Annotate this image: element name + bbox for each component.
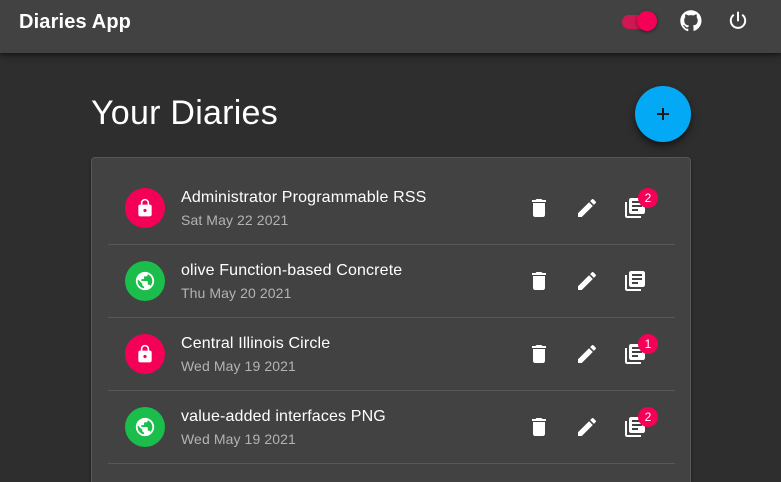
pencil-icon: [578, 344, 597, 363]
diary-date: Wed May 19 2021: [181, 358, 296, 374]
delete-button[interactable]: [524, 339, 554, 369]
edit-button[interactable]: [572, 266, 602, 296]
trash-icon: [532, 418, 546, 436]
trash-icon: [532, 345, 546, 363]
diary-list-item[interactable]: value-added interfaces PNG Wed May 19 20…: [108, 391, 675, 464]
edit-button[interactable]: [572, 412, 602, 442]
lock-icon: [138, 344, 152, 363]
diary-list-item[interactable]: Administrator Programmable RSS Sat May 2…: [108, 172, 675, 245]
entries-button[interactable]: 1: [620, 334, 658, 369]
diary-date: Thu May 20 2021: [181, 285, 292, 301]
github-icon: [680, 10, 702, 32]
logout-button[interactable]: [724, 7, 752, 35]
github-button[interactable]: [677, 7, 705, 35]
delete-button[interactable]: [524, 412, 554, 442]
visibility-avatar: [125, 188, 165, 228]
entries-count-badge: 2: [638, 407, 658, 427]
edit-button[interactable]: [572, 339, 602, 369]
library-books-icon: [625, 271, 645, 291]
entries-button[interactable]: 2: [620, 407, 658, 442]
diary-title: olive Function-based Concrete: [181, 262, 403, 279]
diary-list-item[interactable]: olive Function-based Concrete Thu May 20…: [108, 245, 675, 318]
add-diary-button[interactable]: [635, 86, 691, 142]
app-title: Diaries App: [19, 11, 132, 33]
visibility-avatar: [125, 407, 165, 447]
pencil-icon: [578, 271, 597, 290]
diary-date: Wed May 19 2021: [181, 431, 296, 447]
visibility-avatar: [125, 261, 165, 301]
entries-button[interactable]: 2: [620, 188, 658, 223]
trash-icon: [532, 272, 546, 290]
pencil-icon: [578, 417, 597, 436]
delete-button[interactable]: [524, 266, 554, 296]
entries-count-badge: 2: [638, 188, 658, 208]
page-title: Your Diaries: [91, 94, 278, 132]
pencil-icon: [578, 198, 597, 217]
edit-button[interactable]: [572, 193, 602, 223]
plus-icon: [657, 108, 669, 120]
diary-list-item[interactable]: Central Illinois Circle Wed May 19 2021 …: [108, 318, 675, 391]
theme-toggle[interactable]: [620, 10, 660, 32]
lock-icon: [138, 198, 152, 217]
globe-icon: [135, 417, 155, 437]
toggle-thumb: [637, 11, 657, 31]
delete-button[interactable]: [524, 193, 554, 223]
diary-date: Sat May 22 2021: [181, 212, 289, 228]
visibility-avatar: [125, 334, 165, 374]
diary-title: Central Illinois Circle: [181, 335, 331, 352]
diary-title: value-added interfaces PNG: [181, 408, 386, 425]
power-icon: [729, 11, 747, 29]
app-bar: Diaries App: [0, 0, 781, 53]
globe-icon: [135, 271, 155, 291]
diary-title: Administrator Programmable RSS: [181, 189, 427, 206]
diaries-list: Administrator Programmable RSS Sat May 2…: [91, 157, 691, 482]
trash-icon: [532, 199, 546, 217]
entries-count-badge: 1: [638, 334, 658, 354]
entries-button[interactable]: [620, 266, 650, 296]
